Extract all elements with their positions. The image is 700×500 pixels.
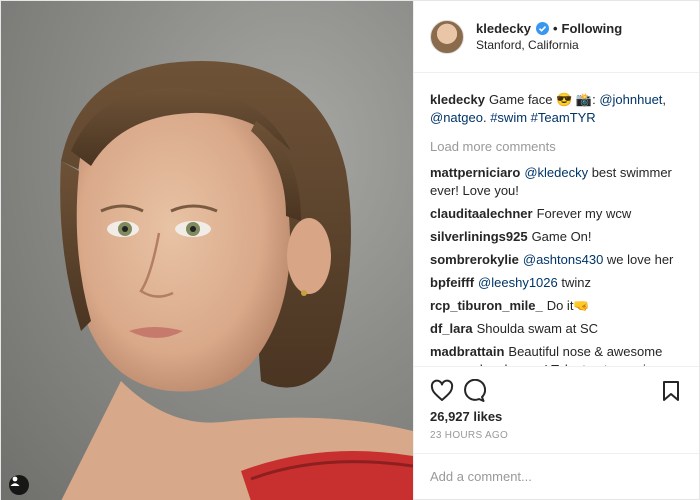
comment-icon <box>464 379 486 402</box>
comment-text: Forever my wcw <box>536 206 632 221</box>
caption-text: Game face 😎 📸: <box>488 92 600 107</box>
comment-username[interactable]: bpfeifff <box>430 275 474 290</box>
action-row <box>426 375 687 407</box>
load-more-comments-button[interactable]: Load more comments <box>430 139 683 154</box>
caption-username[interactable]: kledecky <box>430 92 485 107</box>
post-header: kledecky • Following Stanford, Californi… <box>414 1 699 73</box>
comment-text: Shoulda swam at SC <box>476 321 599 336</box>
comment-username[interactable]: clauditaalechner <box>430 206 533 221</box>
comment-item: df_lara Shoulda swam at SC <box>430 320 683 338</box>
comment-item: silverlinings925 Game On! <box>430 228 683 246</box>
following-button[interactable]: Following <box>562 20 623 37</box>
caption-text: , <box>662 92 667 107</box>
add-comment-bar <box>414 453 699 499</box>
header-text: kledecky • Following Stanford, Californi… <box>476 20 622 54</box>
comment-username[interactable]: mattperniciaro <box>430 165 520 180</box>
comment-text: Game On! <box>531 229 592 244</box>
portrait-illustration <box>60 61 413 500</box>
header-row: kledecky • Following <box>476 20 622 37</box>
comment-username[interactable]: df_lara <box>430 321 473 336</box>
post-caption: kledecky Game face 😎 📸: @johnhuet, @natge… <box>430 91 683 127</box>
comment-username[interactable]: madbrattain <box>430 344 504 359</box>
comment-text: twinz <box>557 275 591 290</box>
caption-link-natgeo[interactable]: @natgeo <box>430 110 483 125</box>
header-separator: • <box>552 20 558 36</box>
header-username[interactable]: kledecky <box>476 20 531 37</box>
bookmark-icon <box>663 381 679 401</box>
avatar[interactable] <box>430 19 464 54</box>
caption-hashtag-teamtyr[interactable]: #TeamTYR <box>531 110 596 125</box>
caption-hashtag-swim[interactable]: #swim <box>490 110 527 125</box>
instagram-post: kledecky • Following Stanford, Californi… <box>0 0 700 500</box>
user-tag-icon[interactable] <box>9 475 29 495</box>
likes-count[interactable]: 26,927 likes <box>426 407 687 424</box>
add-comment-input[interactable] <box>430 469 683 484</box>
location-link[interactable]: Stanford, California <box>476 37 622 54</box>
save-button[interactable] <box>655 375 687 407</box>
verified-badge-icon <box>535 21 549 35</box>
comment-username[interactable]: rcp_tiburon_mile_ <box>430 298 543 313</box>
comment-text: Do it🤜 <box>546 298 590 313</box>
comment-text: we love her <box>603 252 674 267</box>
comment-username[interactable]: sombrerokylie <box>430 252 519 267</box>
comment-username[interactable]: silverlinings925 <box>430 229 528 244</box>
comment-item: rcp_tiburon_mile_ Do it🤜 <box>430 297 683 315</box>
comment-button[interactable] <box>458 375 490 407</box>
comment-item: clauditaalechner Forever my wcw <box>430 205 683 223</box>
like-button[interactable] <box>426 375 458 407</box>
post-timestamp[interactable]: 23 HOURS AGO <box>426 424 687 441</box>
comment-item: mattperniciaro @kledecky best swimmer eve… <box>430 164 683 200</box>
comments-list: kledecky Game face 😎 📸: @johnhuet, @natge… <box>414 73 699 366</box>
heart-icon <box>430 379 454 401</box>
comment-item: madbrattainBeautiful nose & awesome eyes… <box>430 343 683 366</box>
comment-items: mattperniciaro @kledecky best swimmer eve… <box>430 164 683 366</box>
post-photo[interactable] <box>1 1 413 500</box>
comment-mention-link[interactable]: @leeshy1026 <box>478 275 558 290</box>
comment-mention-link[interactable]: @ashtons430 <box>523 252 603 267</box>
person-glyph <box>10 476 20 486</box>
post-actions: 26,927 likes 23 HOURS AGO <box>414 366 699 441</box>
post-sidebar: kledecky • Following Stanford, Californi… <box>413 1 699 499</box>
comment-item: sombrerokylie @ashtons430 we love her <box>430 251 683 269</box>
comment-item: bpfeifff @leeshy1026 twinz <box>430 274 683 292</box>
comment-mention-link[interactable]: @kledecky <box>524 165 588 180</box>
caption-link-johnhuet[interactable]: @johnhuet <box>599 92 662 107</box>
